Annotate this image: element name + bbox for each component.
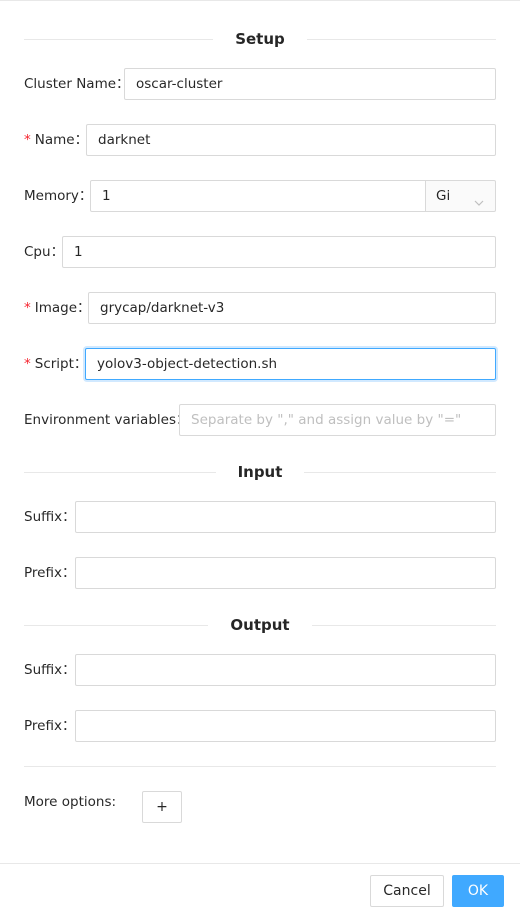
output-prefix-input[interactable] <box>75 710 496 742</box>
env-input[interactable]: Separate by "," and assign value by "=" <box>179 404 496 436</box>
image-label: * Image： <box>24 300 91 316</box>
cluster-name-label: Cluster Name： <box>24 76 130 92</box>
chevron-down-icon <box>473 190 485 206</box>
script-label: * Script： <box>24 356 88 372</box>
required-mark: * <box>24 356 31 372</box>
input-prefix-input[interactable] <box>75 557 496 589</box>
cancel-button[interactable]: Cancel <box>370 875 444 907</box>
section-divider-input: Input <box>24 461 496 483</box>
input-suffix-input[interactable] <box>75 501 496 533</box>
memory-input[interactable]: 1 <box>90 180 426 212</box>
script-input[interactable]: yolov3-object-detection.sh <box>85 348 496 380</box>
required-mark: * <box>24 132 31 148</box>
env-label: Environment variables： <box>24 412 190 428</box>
cluster-name-input[interactable]: oscar-cluster <box>124 68 496 100</box>
cpu-input[interactable]: 1 <box>62 236 496 268</box>
input-prefix-label: Prefix： <box>24 565 76 581</box>
add-more-options-button[interactable]: + <box>142 791 182 823</box>
output-suffix-label: Suffix： <box>24 662 76 678</box>
required-mark: * <box>24 300 31 316</box>
memory-unit-value: Gi <box>436 188 451 204</box>
top-border <box>0 0 520 1</box>
section-title-output: Output <box>208 616 312 634</box>
memory-unit-select[interactable]: Gi <box>426 180 496 212</box>
input-suffix-label: Suffix： <box>24 509 76 525</box>
output-prefix-label: Prefix： <box>24 718 76 734</box>
output-suffix-input[interactable] <box>75 654 496 686</box>
name-input[interactable]: darknet <box>86 124 496 156</box>
ok-button[interactable]: OK <box>452 875 504 907</box>
section-divider-setup: Setup <box>24 28 496 50</box>
more-options-separator <box>24 766 496 767</box>
memory-label: Memory： <box>24 188 93 204</box>
name-label: * Name： <box>24 132 89 148</box>
more-options-label: More options: <box>24 794 117 810</box>
section-divider-output: Output <box>24 614 496 636</box>
cpu-label: Cpu： <box>24 244 65 260</box>
section-title-input: Input <box>215 463 305 481</box>
section-title-setup: Setup <box>213 30 307 48</box>
image-input[interactable]: grycap/darknet-v3 <box>88 292 496 324</box>
footer-divider <box>0 863 520 864</box>
